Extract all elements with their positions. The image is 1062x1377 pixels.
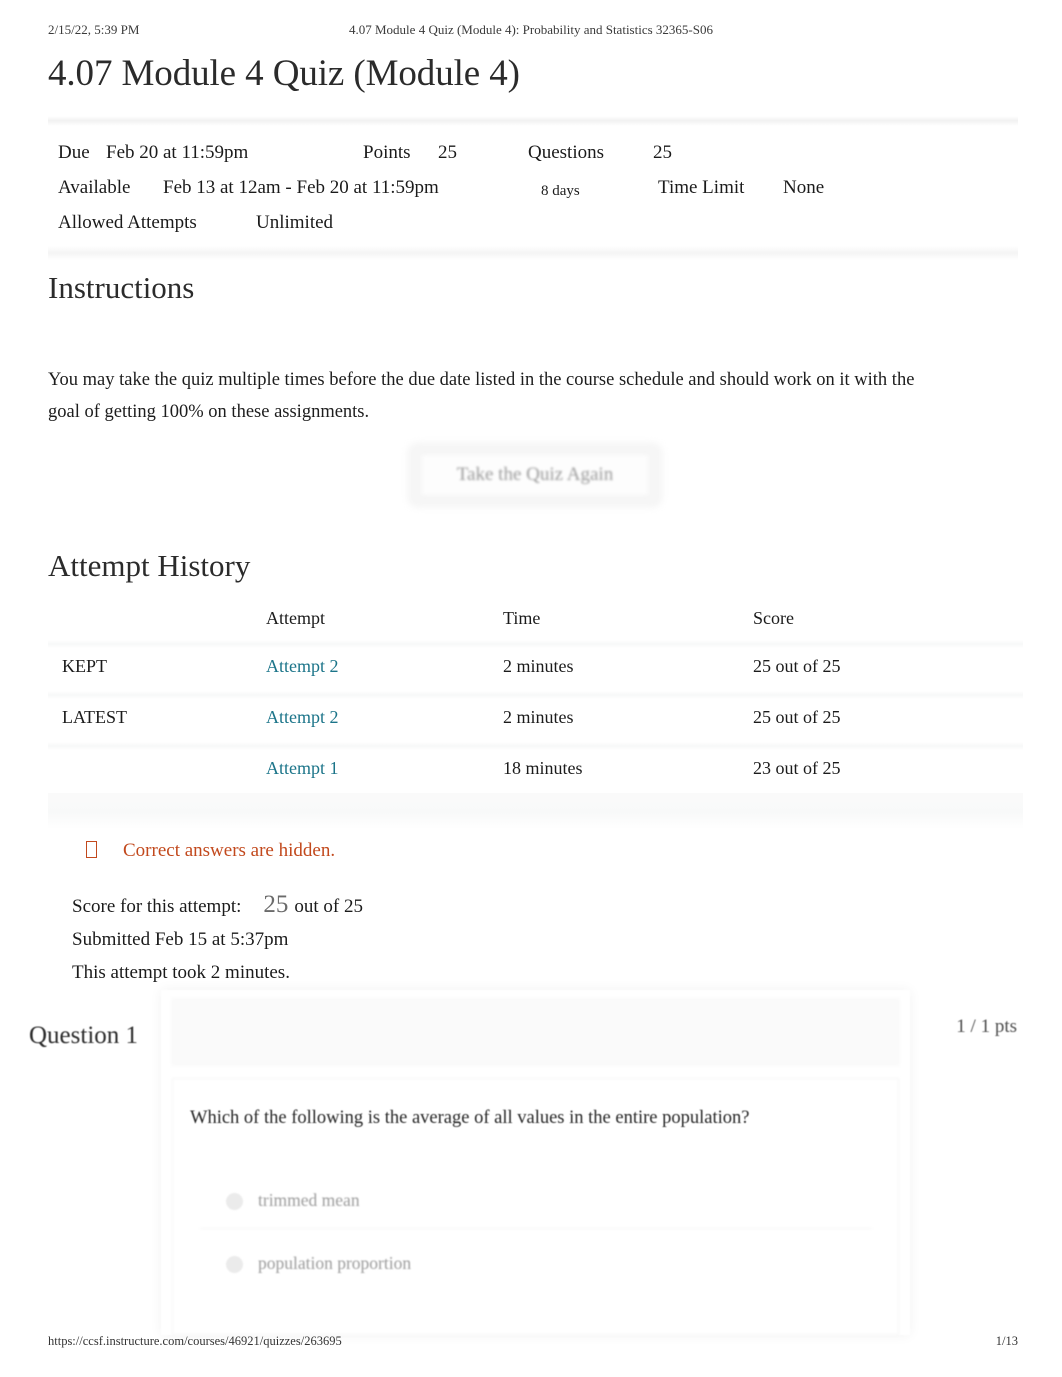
table-row-band <box>48 691 1023 699</box>
meta-divider-bottom <box>48 246 1018 260</box>
attempt-tag: KEPT <box>62 656 107 676</box>
time-limit-label: Time Limit <box>658 177 745 198</box>
quiz-meta-row-available: Available Feb 13 at 12am - Feb 20 at 11:… <box>48 170 1018 205</box>
questions-label: Questions <box>528 142 604 163</box>
print-header: 2/15/22, 5:39 PM 4.07 Module 4 Quiz (Mod… <box>0 22 1062 42</box>
attempt-history-table: Attempt Time Score KEPT Attempt 2 2 minu… <box>48 604 1023 829</box>
attempt-link[interactable]: Attempt 2 <box>266 707 339 727</box>
radio-icon[interactable] <box>226 1256 243 1273</box>
allowed-attempts-value: Unlimited <box>256 212 334 233</box>
available-label: Available <box>58 177 131 198</box>
table-row: LATEST Attempt 2 2 minutes 25 out of 25 <box>48 699 1023 742</box>
table-footer-band <box>48 793 1023 829</box>
questions-value: 25 <box>653 142 672 163</box>
take-quiz-again-button[interactable]: Take the Quiz Again <box>408 443 662 507</box>
quiz-meta-row-attempts: Allowed Attempts Unlimited <box>48 205 1018 240</box>
instructions-body: You may take the quiz multiple times bef… <box>48 369 915 422</box>
answer-label: population proportion <box>258 1253 412 1273</box>
points-label: Points <box>363 142 411 163</box>
score-line: Score for this attempt: 25 out of 25 <box>72 888 363 923</box>
table-row: Attempt 1 18 minutes 23 out of 25 <box>48 750 1023 793</box>
attempt-tag: LATEST <box>62 707 127 727</box>
due-value: Feb 20 at 11:59pm <box>106 142 249 163</box>
answer-label: trimmed mean <box>258 1190 360 1210</box>
attempt-score: 25 out of 25 <box>753 656 841 676</box>
table-row: KEPT Attempt 2 2 minutes 25 out of 25 <box>48 648 1023 691</box>
score-summary: Score for this attempt: 25 out of 25 Submi… <box>72 888 363 989</box>
instructions-heading: Instructions <box>48 270 195 305</box>
due-label: Due <box>58 142 90 163</box>
column-header-time: Time <box>503 608 541 628</box>
attempt-history-heading: Attempt History <box>48 548 251 583</box>
notice-text: Correct answers are hidden. <box>123 840 336 861</box>
meta-divider-top <box>48 116 1018 126</box>
score-out-of: out of 25 <box>294 896 363 917</box>
attempt-link-cell[interactable]: Attempt 2 <box>266 656 339 677</box>
column-header-score: Score <box>753 608 794 628</box>
question-title: Question 1 <box>29 1022 139 1049</box>
attempt-score: 25 out of 25 <box>753 707 841 727</box>
attempt-link-cell[interactable]: Attempt 1 <box>266 758 339 779</box>
score-value: 25 <box>263 891 289 918</box>
radio-icon[interactable] <box>226 1193 243 1210</box>
quiz-meta-row-due: Due Feb 20 at 11:59pm Points 25 Question… <box>48 135 1018 170</box>
time-limit-value: None <box>783 177 825 198</box>
attempt-time: 2 minutes <box>503 656 574 676</box>
take-quiz-again-label: Take the Quiz Again <box>456 464 614 485</box>
attempt-time: 2 minutes <box>503 707 574 727</box>
submitted-line: Submitted Feb 15 at 5:37pm <box>72 929 289 950</box>
question-points: 1 / 1 pts <box>956 1016 1017 1037</box>
correct-answers-hidden-notice: Correct answers are hidden. <box>86 840 335 862</box>
answer-divider <box>200 1228 872 1229</box>
attempt-link-cell[interactable]: Attempt 2 <box>266 707 339 728</box>
quiz-meta-block: Due Feb 20 at 11:59pm Points 25 Question… <box>48 116 1018 260</box>
quiz-meta-rows: Due Feb 20 at 11:59pm Points 25 Question… <box>48 126 1018 240</box>
score-label: Score for this attempt: <box>72 896 242 917</box>
table-header-row: Attempt Time Score <box>48 604 1023 640</box>
warning-icon <box>86 841 97 858</box>
question-prompt: Which of the following is the average of… <box>190 1108 750 1128</box>
attempt-score: 23 out of 25 <box>753 758 841 778</box>
allowed-attempts-label: Allowed Attempts <box>58 212 197 233</box>
attempt-time: 18 minutes <box>503 758 583 778</box>
attempt-link[interactable]: Attempt 2 <box>266 656 339 676</box>
column-header-attempt: Attempt <box>266 608 325 628</box>
footer-page-number: 1/13 <box>995 1334 1018 1348</box>
footer-url: https://ccsf.instructure.com/courses/469… <box>48 1334 342 1348</box>
table-row-band <box>48 742 1023 750</box>
available-duration: 8 days <box>541 183 580 199</box>
page-title: 4.07 Module 4 Quiz (Module 4) <box>48 53 520 94</box>
print-footer: https://ccsf.instructure.com/courses/469… <box>0 1334 1062 1356</box>
print-page-title: 4.07 Module 4 Quiz (Module 4): Probabili… <box>349 22 713 37</box>
duration-line: This attempt took 2 minutes. <box>72 962 290 983</box>
table-row-band <box>48 640 1023 648</box>
attempt-link[interactable]: Attempt 1 <box>266 758 339 778</box>
available-value: Feb 13 at 12am - Feb 20 at 11:59pm <box>163 177 439 198</box>
points-value: 25 <box>438 142 457 163</box>
question-card-header <box>171 998 900 1066</box>
